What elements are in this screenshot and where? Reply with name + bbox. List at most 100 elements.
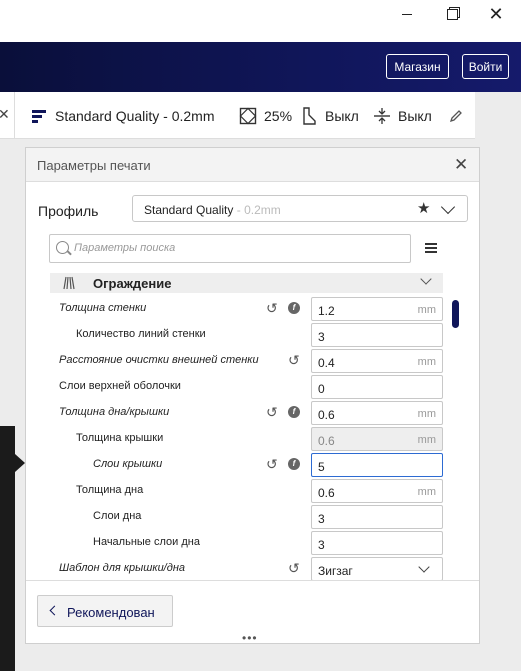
- edit-pencil-icon[interactable]: [449, 92, 463, 139]
- setting-field[interactable]: 1.2 mm: [311, 297, 443, 321]
- setting-field[interactable]: 3: [311, 505, 443, 529]
- profile-summary[interactable]: Standard Quality - 0.2mm: [30, 92, 215, 139]
- login-button[interactable]: Войти: [462, 54, 509, 79]
- quality-icon: [30, 107, 48, 125]
- reset-icon[interactable]: ↺: [266, 457, 280, 471]
- setting-row-outer-wall-wipe: Расстояние очистки внешней стенки ↺ 0.4 …: [26, 348, 479, 374]
- star-icon[interactable]: ★: [417, 199, 430, 217]
- setting-field[interactable]: 0.6 mm: [311, 479, 443, 503]
- reset-icon[interactable]: ↺: [266, 301, 280, 315]
- profile-dropdown-value: Standard Quality - 0.2mm: [144, 203, 281, 217]
- minimize-button[interactable]: [397, 4, 417, 24]
- pattern-dropdown[interactable]: Зигзаг: [311, 557, 443, 580]
- setting-row-top-bottom-pattern: Шаблон для крышки/дна ↺ Зигзаг: [26, 556, 479, 580]
- reset-icon[interactable]: ↺: [266, 405, 280, 419]
- setting-label: Слои дна: [93, 510, 142, 522]
- setting-value: 3: [318, 512, 325, 526]
- category-header[interactable]: Ограждение: [50, 273, 443, 293]
- chevron-left-icon: [49, 605, 60, 616]
- store-button[interactable]: Магазин: [386, 54, 449, 79]
- setting-unit: mm: [417, 434, 436, 446]
- setting-label: Толщина стенки: [59, 302, 147, 314]
- setting-unit: mm: [417, 304, 436, 316]
- panel-header: Параметры печати ✕: [26, 148, 479, 182]
- recommended-label: Рекомендован: [67, 605, 155, 620]
- setting-field[interactable]: 0.6 mm: [311, 401, 443, 425]
- setting-value: 0: [318, 382, 325, 396]
- chevron-down-icon: [420, 273, 432, 285]
- setting-row-bottom-thickness: Толщина дна 0.6 mm: [26, 478, 479, 504]
- setting-field[interactable]: 3: [311, 531, 443, 555]
- setting-value: 3: [318, 538, 325, 552]
- setting-unit: mm: [417, 356, 436, 368]
- recommended-button[interactable]: Рекомендован: [37, 595, 173, 627]
- setting-value: 0.6: [318, 408, 335, 422]
- setting-value: 0.6: [318, 486, 335, 500]
- setting-value: 5: [318, 460, 325, 474]
- setting-field[interactable]: 3: [311, 323, 443, 347]
- setting-row-top-layers: Слои крышки ↺ f 5: [26, 452, 479, 478]
- search-icon: [56, 241, 69, 254]
- support-icon: [300, 106, 318, 125]
- collapse-icon[interactable]: ✕: [0, 106, 10, 123]
- print-setup-toolbar[interactable]: ✕ Standard Quality - 0.2mm 25% Выкл Выкл: [0, 92, 475, 139]
- setting-row-bottom-layers: Слои дна 3: [26, 504, 479, 530]
- inherit-icon[interactable]: f: [288, 302, 300, 314]
- infill-icon: [239, 107, 257, 125]
- setting-value: Зигзаг: [318, 564, 353, 578]
- setting-field[interactable]: 5: [311, 453, 443, 477]
- setting-field: 0.6 mm: [311, 427, 443, 451]
- setting-label: Толщина дна: [76, 484, 144, 496]
- infill-summary[interactable]: 25%: [239, 92, 292, 139]
- setting-label: Расстояние очистки внешней стенки: [59, 354, 259, 366]
- reset-icon[interactable]: ↺: [288, 561, 302, 575]
- side-panel-strip: [0, 426, 15, 671]
- infill-value: 25%: [264, 107, 293, 124]
- expand-arrow-icon[interactable]: [15, 454, 25, 472]
- resize-handle-icon[interactable]: •••: [242, 632, 258, 644]
- toolbar-divider: [14, 92, 15, 139]
- support-value: Выкл: [325, 107, 359, 124]
- setting-label: Слои крышки: [93, 458, 163, 470]
- settings-scrollbar[interactable]: [452, 300, 459, 328]
- window-close-button[interactable]: ✕: [486, 4, 506, 24]
- setting-row-top-thickness: Толщина крышки 0.6 mm: [26, 426, 479, 452]
- panel-close-icon[interactable]: ✕: [454, 155, 468, 175]
- adhesion-value: Выкл: [398, 107, 432, 124]
- setting-field[interactable]: 0: [311, 375, 443, 399]
- support-summary[interactable]: Выкл: [300, 92, 359, 139]
- setting-value: 3: [318, 330, 325, 344]
- setting-unit: mm: [417, 486, 436, 498]
- footer-divider: [26, 580, 479, 581]
- setting-row-wall-line-count: Количество линий стенки 3: [26, 322, 479, 348]
- setting-label: Толщина дна/крышки: [59, 406, 170, 418]
- search-input[interactable]: [74, 242, 394, 254]
- profile-label: Профиль: [38, 203, 99, 219]
- setting-row-initial-bottom-layers: Начальные слои дна 3: [26, 530, 479, 556]
- reset-icon[interactable]: ↺: [288, 353, 302, 367]
- panel-title: Параметры печати: [37, 158, 151, 173]
- setting-value: 1.2: [318, 304, 335, 318]
- shell-category-icon: [62, 276, 76, 293]
- window-titlebar: ✕: [0, 0, 521, 42]
- print-settings-panel: Параметры печати ✕ Профиль Standard Qual…: [25, 147, 480, 644]
- setting-value: 0.4: [318, 356, 335, 370]
- setting-row-top-skin-layers: Слои верхней оболочки 0: [26, 374, 479, 400]
- settings-search-box[interactable]: [49, 234, 411, 263]
- settings-menu-icon[interactable]: [425, 243, 437, 253]
- settings-list[interactable]: Ограждение Толщина стенки ↺ f 1.2 mm Кол…: [26, 270, 479, 580]
- profile-dropdown[interactable]: Standard Quality - 0.2mm ★: [132, 195, 468, 222]
- setting-field[interactable]: 0.4 mm: [311, 349, 443, 373]
- setting-label: Толщина крышки: [76, 432, 164, 444]
- adhesion-summary[interactable]: Выкл: [373, 92, 432, 139]
- adhesion-icon: [373, 107, 391, 125]
- chevron-down-icon: [440, 199, 456, 215]
- setting-row-top-bottom-thickness: Толщина дна/крышки ↺ f 0.6 mm: [26, 400, 479, 426]
- maximize-button[interactable]: [442, 4, 462, 24]
- app-header: Магазин Войти: [0, 42, 521, 92]
- inherit-icon[interactable]: f: [288, 458, 300, 470]
- setting-label: Шаблон для крышки/дна: [59, 562, 185, 574]
- inherit-icon[interactable]: f: [288, 406, 300, 418]
- setting-label: Количество линий стенки: [76, 328, 206, 340]
- setting-row-wall-thickness: Толщина стенки ↺ f 1.2 mm: [26, 296, 479, 322]
